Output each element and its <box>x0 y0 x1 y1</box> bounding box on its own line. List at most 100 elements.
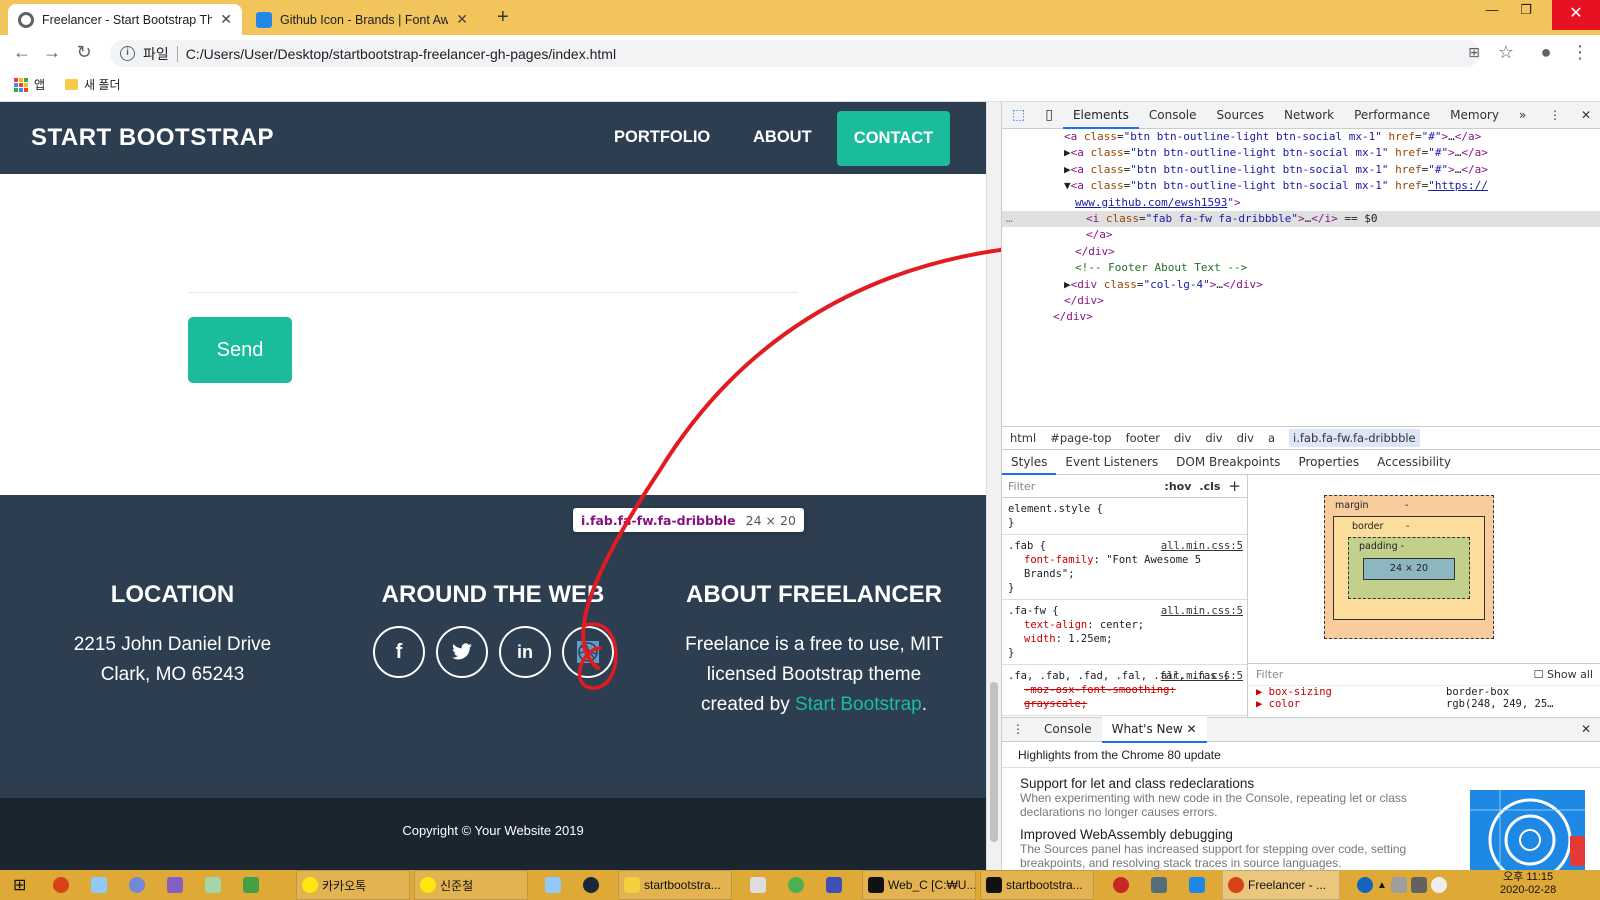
close-whats-new-icon[interactable]: ✕ <box>1187 722 1197 736</box>
dom-node-line[interactable]: </div> <box>1002 244 1600 260</box>
calendar-icon[interactable] <box>750 877 766 893</box>
bookmark-apps[interactable]: 앱 <box>34 76 45 93</box>
css-property[interactable]: width: 1.25em; <box>1008 632 1241 646</box>
css-source-link[interactable]: all.min.css:5 <box>1161 669 1243 683</box>
nav-portfolio[interactable]: PORTFOLIO <box>614 128 710 147</box>
styles-subtab[interactable]: Event Listeners <box>1056 450 1167 475</box>
show-all-checkbox[interactable]: ☐ Show all <box>1534 668 1593 681</box>
discord-icon[interactable] <box>129 877 145 893</box>
breadcrumb-item[interactable]: a <box>1268 431 1275 445</box>
taskbar-clock[interactable]: 오후 11:15 2020-02-28 <box>1500 871 1556 897</box>
nav-contact[interactable]: CONTACT <box>837 111 950 166</box>
pen-icon[interactable] <box>1390 877 1407 893</box>
apps-grid-icon[interactable] <box>14 77 28 92</box>
chrome-taskbar-icon[interactable] <box>53 877 69 893</box>
tray-expand-icon[interactable]: ▲ <box>1377 880 1387 891</box>
bookmark-new-folder[interactable]: 새 폴더 <box>84 76 120 93</box>
dribbble-icon[interactable] <box>562 626 614 678</box>
css-rule[interactable]: element.style {} <box>1002 498 1247 535</box>
dom-node-line[interactable]: ▶<a class="btn btn-outline-light btn-soc… <box>1002 162 1600 178</box>
drawer-menu-icon[interactable]: ⋮ <box>1002 716 1034 743</box>
breadcrumb-item[interactable]: footer <box>1126 431 1160 445</box>
site-brand[interactable]: START BOOTSTRAP <box>31 124 274 152</box>
computed-filter-input[interactable]: Filter <box>1256 668 1283 681</box>
styles-subtab[interactable]: Styles <box>1002 450 1057 475</box>
info-icon[interactable]: i <box>120 46 135 61</box>
app-icon[interactable] <box>243 877 259 893</box>
linkedin-icon[interactable]: in <box>499 626 551 678</box>
form-field-underline[interactable] <box>188 292 798 293</box>
photo-icon[interactable] <box>826 877 842 893</box>
css-property[interactable]: } <box>1008 646 1241 660</box>
tab-elements[interactable]: Elements <box>1062 102 1139 129</box>
css-property[interactable]: -moz-osx-font-smoothing: grayscale; <box>1008 683 1241 711</box>
restore-button[interactable]: ❐ <box>1512 2 1540 18</box>
tab-console[interactable]: Console <box>1139 102 1207 129</box>
css-source-link[interactable]: all.min.css:5 <box>1161 539 1243 553</box>
drawer-tab-whats-new[interactable]: What's New ✕ <box>1101 716 1207 743</box>
box-padding[interactable]: padding - 24 × 20 <box>1348 537 1470 599</box>
dom-node-line[interactable]: … <i class="fab fa-fw fa-dribbble">…</i> … <box>1002 211 1600 228</box>
box-margin[interactable]: margin - border - padding - 24 × 20 <box>1324 495 1494 639</box>
record-icon[interactable] <box>1113 877 1129 893</box>
menu-kebab-icon[interactable]: ⋮ <box>1568 40 1592 64</box>
tab-github-icon[interactable]: Github Icon - Brands | Font Aw ✕ <box>246 4 478 35</box>
box-content[interactable]: 24 × 20 <box>1363 558 1455 580</box>
network-icon[interactable] <box>788 877 804 893</box>
dom-node-line[interactable]: </div> <box>1002 309 1600 325</box>
styles-filter[interactable]: Filter :hov .cls + <box>1002 475 1247 498</box>
file-icon[interactable] <box>545 877 561 893</box>
taskbar-kakaotalk[interactable]: 카카오톡 <box>296 870 410 900</box>
volume-icon[interactable] <box>1430 877 1447 893</box>
start-bootstrap-link[interactable]: Start Bootstrap <box>795 694 922 715</box>
profile-avatar-icon[interactable]: ● <box>1534 40 1558 64</box>
facebook-icon[interactable]: f <box>373 626 425 678</box>
reload-icon[interactable]: ↻ <box>72 40 96 64</box>
computed-row[interactable]: ▶ color rgb(248, 249, 25… <box>1256 698 1600 710</box>
dom-node-line[interactable]: ▼<a class="btn btn-outline-light btn-soc… <box>1002 178 1600 194</box>
translate-icon[interactable]: ⊞ <box>1462 40 1486 64</box>
breadcrumb-item[interactable]: #page-top <box>1050 431 1111 445</box>
editor-icon[interactable] <box>205 877 221 893</box>
dom-tree[interactable]: <a class="btn btn-outline-light btn-soci… <box>1002 129 1600 426</box>
dom-node-line[interactable]: ▶<a class="btn btn-outline-light btn-soc… <box>1002 145 1600 161</box>
taskbar-pycharm-webc[interactable]: Web_C [C:₩U... <box>862 870 976 900</box>
page-scrollbar[interactable] <box>986 102 1001 870</box>
taskbar-pycharm-start[interactable]: startbootstra... <box>980 870 1094 900</box>
url-text[interactable]: C:/Users/User/Desktop/startbootstrap-fre… <box>186 46 616 62</box>
windows-start-icon[interactable]: ⊞ <box>8 870 31 900</box>
dom-node-line[interactable]: </a> <box>1002 227 1600 243</box>
notepad-icon[interactable] <box>91 877 107 893</box>
visual-studio-icon[interactable] <box>167 877 183 893</box>
css-rule[interactable]: .fa-fw {all.min.css:5 text-align: center;… <box>1002 600 1247 665</box>
hov-toggle[interactable]: :hov <box>1164 480 1191 493</box>
dom-node-line[interactable]: <a class="btn btn-outline-light btn-soci… <box>1002 129 1600 145</box>
cls-toggle[interactable]: .cls <box>1199 480 1220 493</box>
help-icon[interactable] <box>1357 877 1373 893</box>
scroll-thumb[interactable] <box>990 682 998 842</box>
tab-memory[interactable]: Memory <box>1440 102 1509 129</box>
styles-filter-input[interactable]: Filter <box>1008 480 1156 493</box>
css-property[interactable]: text-align: center; <box>1008 618 1241 632</box>
forward-icon[interactable]: → <box>40 40 64 64</box>
send-button[interactable]: Send <box>188 317 292 383</box>
devtools-menu-icon[interactable]: ⋮ <box>1539 102 1571 129</box>
breadcrumb-item[interactable]: div <box>1174 431 1191 445</box>
breadcrumb-item[interactable]: html <box>1010 431 1036 445</box>
minimize-button[interactable]: — <box>1478 2 1506 17</box>
python-icon[interactable] <box>1151 877 1167 893</box>
styles-subtab[interactable]: Accessibility <box>1368 450 1460 475</box>
address-bar[interactable]: i 파일 C:/Users/User/Desktop/startbootstra… <box>110 40 1480 67</box>
styles-subtab[interactable]: Properties <box>1289 450 1368 475</box>
new-tab-button[interactable]: + <box>497 6 509 29</box>
css-rule[interactable]: .fab {all.min.css:5 font-family: "Font Aw… <box>1002 535 1247 600</box>
tab-freelancer[interactable]: Freelancer - Start Bootstrap The ✕ <box>8 4 242 35</box>
computed-row[interactable]: ▶ box-sizing border-box <box>1256 686 1600 698</box>
inspect-element-icon[interactable]: ⬚ <box>1002 102 1035 129</box>
tab-sources[interactable]: Sources <box>1207 102 1274 129</box>
monitor-icon[interactable] <box>1410 877 1427 893</box>
add-rule-icon[interactable]: + <box>1228 477 1241 495</box>
back-icon[interactable]: ← <box>10 40 34 64</box>
nav-about[interactable]: ABOUT <box>753 128 812 147</box>
close-tab-icon[interactable]: ✕ <box>456 11 468 28</box>
